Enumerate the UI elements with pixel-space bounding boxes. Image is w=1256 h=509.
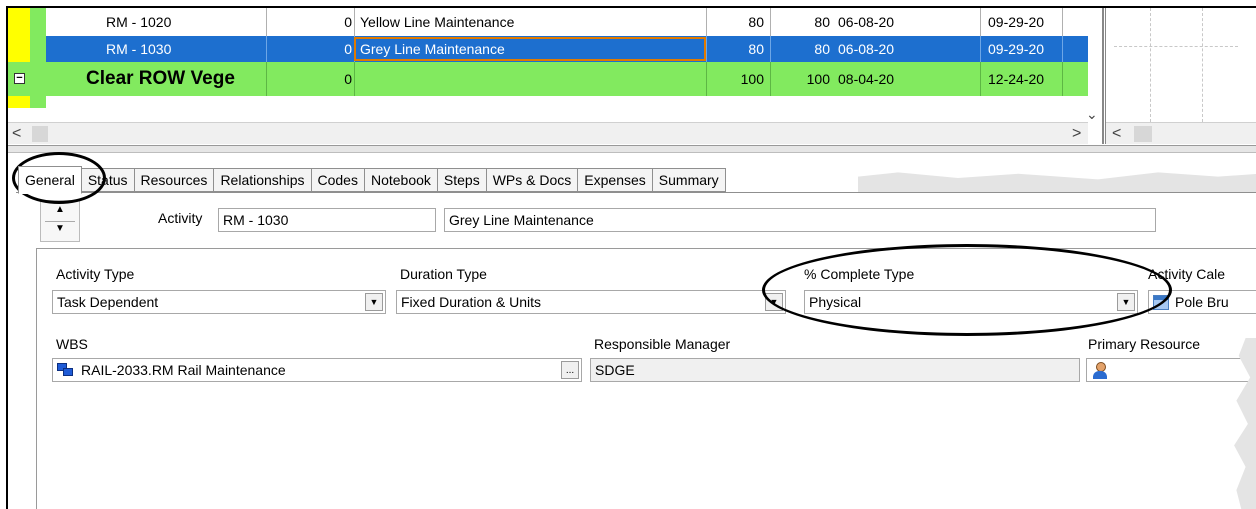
percent-complete-type-select[interactable]: Physical ▼ [804, 290, 1138, 314]
activity-calendar-label: Activity Cale [1148, 266, 1226, 282]
wbs-value: RAIL-2033.RM Rail Maintenance [81, 362, 286, 378]
tab-notebook[interactable]: Notebook [364, 168, 438, 192]
gantt-scroll-left-icon[interactable]: < [1112, 125, 1121, 143]
tab-expenses[interactable]: Expenses [578, 168, 653, 192]
activity-navigator[interactable]: ▲ ▼ [40, 200, 80, 242]
gantt-scrollbar[interactable]: < [1106, 122, 1256, 144]
responsible-manager-label: Responsible Manager [594, 336, 731, 352]
percent-complete-type-value: Physical [809, 294, 862, 310]
tab-relationships[interactable]: Relationships [214, 168, 312, 192]
active-cell-border [354, 37, 706, 61]
tabstrip-border [16, 192, 1256, 193]
activity-type-select[interactable]: Task Dependent ▼ [52, 290, 386, 314]
calendar-icon [1153, 294, 1169, 310]
cell-duration: 100 [740, 71, 764, 87]
activity-grid: RM - 1020 0 Yellow Line Maintenance 80 8… [8, 8, 1256, 123]
cell-activity-id: RM - 1020 [106, 14, 172, 30]
cell-finish: 09-29-20 [988, 41, 1045, 57]
primary-resource-field[interactable] [1086, 358, 1256, 382]
cell-wbs-name: Clear ROW Vege [86, 68, 235, 89]
cell-remaining: 80 [814, 41, 830, 57]
duration-type-select[interactable]: Fixed Duration & Units ▼ [396, 290, 786, 314]
cell-finish: 09-29-20 [988, 14, 1045, 30]
cell-remaining: 80 [814, 14, 830, 30]
cell-value: 0 [344, 41, 352, 57]
table-row[interactable]: RM - 1020 0 Yellow Line Maintenance 80 8… [46, 8, 1088, 36]
chevron-down-icon[interactable]: ▼ [365, 293, 383, 311]
cell-activity-name: Yellow Line Maintenance [360, 14, 515, 30]
gantt-chart-area[interactable] [1106, 8, 1256, 122]
activity-label: Activity [158, 210, 203, 226]
cell-duration: 80 [748, 14, 764, 30]
wbs-label: WBS [56, 336, 88, 352]
collapse-icon[interactable]: − [14, 73, 25, 84]
person-icon [1091, 361, 1109, 379]
activity-type-label: Activity Type [56, 266, 135, 282]
chevron-down-icon[interactable]: ▼ [765, 293, 783, 311]
scroll-left-icon[interactable]: < [12, 125, 21, 143]
tab-steps[interactable]: Steps [437, 168, 487, 192]
torn-edge [858, 172, 1256, 192]
cell-value: 0 [344, 71, 352, 87]
table-row-selected[interactable]: RM - 1030 0 Grey Line Maintenance 80 80 … [46, 36, 1088, 62]
scroll-right-icon[interactable]: > [1072, 125, 1081, 143]
cell-start: 06-08-20 [838, 14, 895, 30]
previous-activity-icon[interactable]: ▲ [55, 204, 65, 215]
chevron-down-icon[interactable]: ▼ [1117, 293, 1135, 311]
details-tabs: General Status Resources Relationships C… [18, 166, 726, 194]
cell-start: 08-04-20 [838, 71, 895, 87]
cell-remaining: 100 [806, 71, 830, 87]
duration-type-value: Fixed Duration & Units [401, 294, 542, 310]
wbs-field[interactable]: RAIL-2033.RM Rail Maintenance ... [52, 358, 582, 382]
tab-general[interactable]: General [18, 166, 82, 194]
cell-value: 0 [344, 14, 352, 30]
wbs-row[interactable]: − Clear ROW Vege 0 100 100 08-04-20 12-2… [8, 62, 1088, 96]
percent-complete-type-label: % Complete Type [804, 266, 915, 282]
scrollbar-thumb[interactable] [1134, 126, 1152, 142]
cell-activity-id: RM - 1030 [106, 41, 172, 57]
tab-summary[interactable]: Summary [652, 168, 726, 192]
scroll-down-icon[interactable]: ⌄ [1086, 106, 1098, 123]
activity-name-field[interactable]: Grey Line Maintenance [444, 208, 1156, 232]
primary-resource-label: Primary Resource [1088, 336, 1201, 352]
activity-calendar-field[interactable]: Pole Bru [1148, 290, 1256, 314]
activity-type-value: Task Dependent [57, 294, 159, 310]
cell-duration: 80 [748, 41, 764, 57]
panel-divider[interactable] [8, 145, 1256, 153]
tab-status[interactable]: Status [81, 168, 135, 192]
scrollbar-thumb[interactable] [32, 126, 48, 142]
cell-start: 06-08-20 [838, 41, 895, 57]
horizontal-scrollbar[interactable]: < > [8, 122, 1088, 144]
responsible-manager-field[interactable]: SDGE [590, 358, 1080, 382]
cell-finish: 12-24-20 [988, 71, 1045, 87]
browse-button[interactable]: ... [561, 361, 579, 379]
tab-codes[interactable]: Codes [311, 168, 365, 192]
wbs-icon [57, 363, 75, 377]
duration-type-label: Duration Type [400, 266, 487, 282]
activity-calendar-value: Pole Bru [1175, 294, 1229, 310]
activity-id-field[interactable]: RM - 1030 [218, 208, 436, 232]
next-activity-icon[interactable]: ▼ [55, 223, 65, 234]
window: RM - 1020 0 Yellow Line Maintenance 80 8… [6, 6, 1256, 509]
tab-resources[interactable]: Resources [134, 168, 215, 192]
tab-wps-docs[interactable]: WPs & Docs [486, 168, 579, 192]
